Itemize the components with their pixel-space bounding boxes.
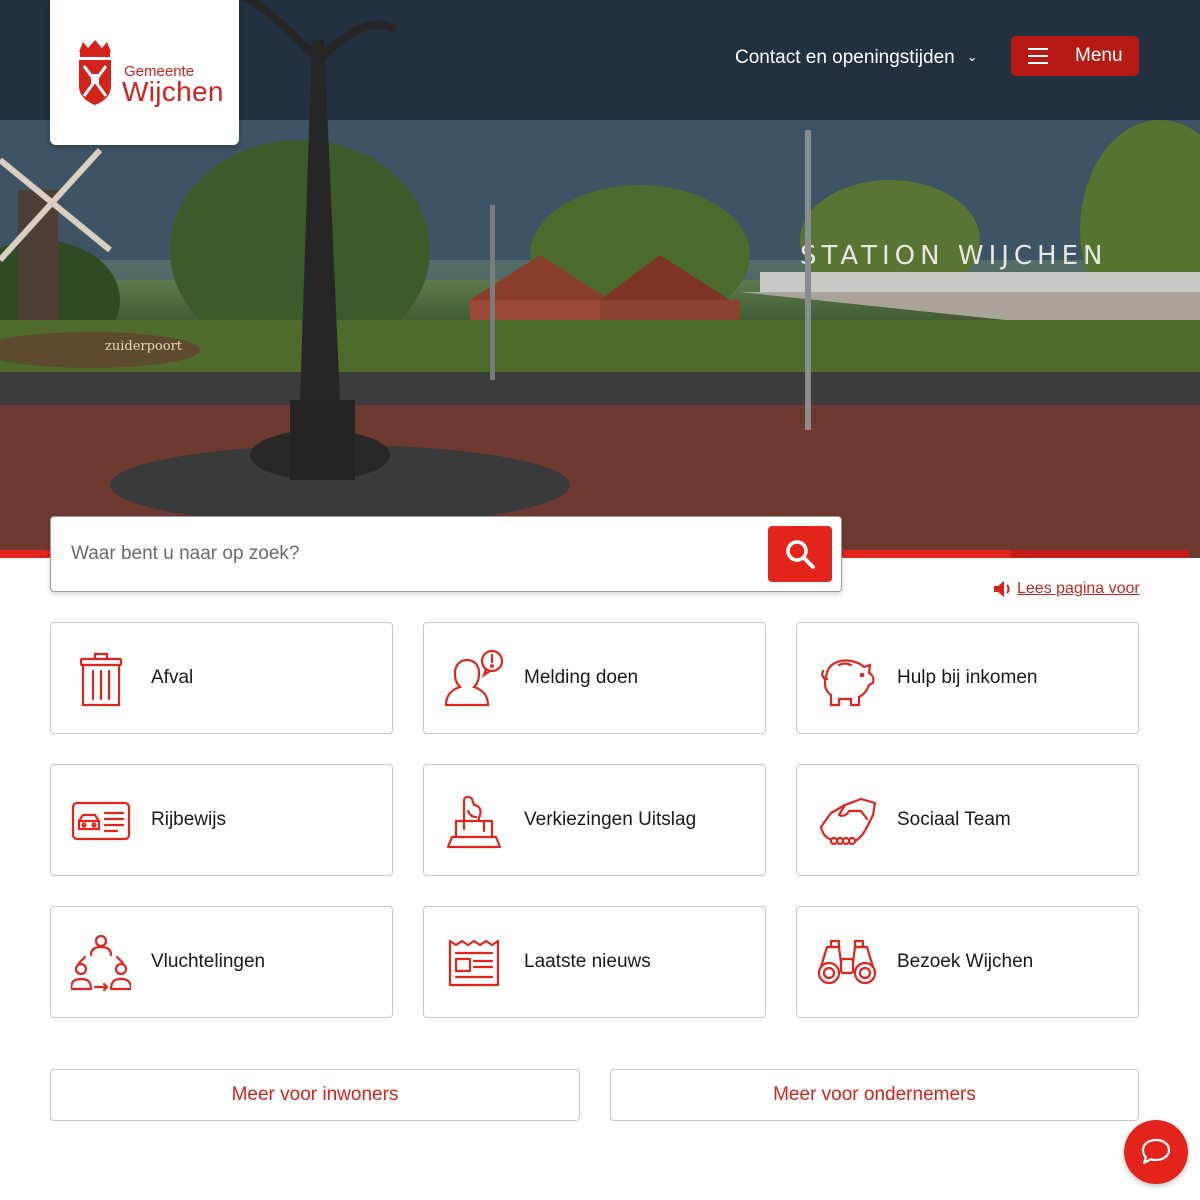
hero-accent-strip-dark bbox=[1011, 550, 1189, 558]
tile-label: Verkiezingen Uitslag bbox=[524, 809, 697, 830]
trash-bin-icon bbox=[79, 652, 123, 707]
chat-bubble-icon bbox=[1141, 1138, 1171, 1165]
speaker-icon bbox=[994, 581, 1010, 597]
chevron-down-icon: ⌄ bbox=[966, 49, 978, 64]
newspaper-icon bbox=[448, 939, 500, 987]
tile-hulp-bij-inkomen[interactable]: Hulp bij inkomen bbox=[796, 622, 1139, 734]
tile-label: Sociaal Team bbox=[897, 809, 1011, 830]
handshake-icon bbox=[819, 797, 877, 846]
hamburger-icon bbox=[1028, 48, 1048, 64]
more-for-business-label: Meer voor ondernemers bbox=[773, 1084, 976, 1105]
ballot-box-icon bbox=[446, 795, 502, 849]
tile-verkiezingen-uitslag[interactable]: Verkiezingen Uitslag bbox=[423, 764, 766, 876]
drivers-license-icon bbox=[71, 801, 131, 841]
menu-button[interactable]: Menu bbox=[1011, 36, 1139, 76]
tile-label: Afval bbox=[151, 667, 194, 688]
site-logo[interactable]: Gemeente Wijchen bbox=[50, 0, 239, 145]
station-sign: STATION WIJCHEN bbox=[800, 241, 1108, 271]
tile-bezoek-wijchen[interactable]: Bezoek Wijchen bbox=[796, 906, 1139, 1018]
binoculars-icon bbox=[817, 939, 877, 985]
contact-hours-dropdown[interactable]: Contact en openingstijden ⌄ bbox=[735, 44, 978, 72]
menu-label: Menu bbox=[1075, 45, 1123, 66]
search-button[interactable] bbox=[768, 526, 832, 582]
tile-label: Hulp bij inkomen bbox=[897, 667, 1038, 688]
tile-label: Rijbewijs bbox=[151, 809, 226, 830]
contact-hours-label: Contact en openingstijden bbox=[735, 47, 955, 68]
tile-vluchtelingen[interactable]: Vluchtelingen bbox=[50, 906, 393, 1018]
read-aloud-label: Lees pagina voor bbox=[1017, 580, 1140, 597]
crest-icon bbox=[79, 40, 111, 105]
search-input[interactable] bbox=[71, 533, 751, 575]
tile-label: Bezoek Wijchen bbox=[897, 951, 1034, 972]
monument-text: zuiderpoort bbox=[105, 339, 183, 354]
tile-rijbewijs[interactable]: Rijbewijs bbox=[50, 764, 393, 876]
tile-afval[interactable]: Afval bbox=[50, 622, 393, 734]
person-alert-icon bbox=[444, 649, 504, 707]
tile-label: Laatste nieuws bbox=[524, 951, 651, 972]
search-bar bbox=[50, 516, 842, 592]
read-aloud-link[interactable]: Lees pagina voor bbox=[993, 580, 1140, 598]
chat-button[interactable] bbox=[1124, 1120, 1188, 1184]
tile-melding-doen[interactable]: Melding doen bbox=[423, 622, 766, 734]
tile-label: Vluchtelingen bbox=[151, 951, 266, 972]
more-for-residents-button[interactable]: Meer voor inwoners bbox=[50, 1069, 580, 1121]
people-cycle-icon bbox=[71, 934, 131, 992]
piggy-bank-icon bbox=[821, 659, 875, 707]
search-icon bbox=[786, 540, 815, 569]
tile-sociaal-team[interactable]: Sociaal Team bbox=[796, 764, 1139, 876]
tile-label: Melding doen bbox=[524, 667, 639, 688]
more-for-residents-label: Meer voor inwoners bbox=[231, 1084, 399, 1105]
more-for-business-button[interactable]: Meer voor ondernemers bbox=[610, 1069, 1139, 1121]
tile-laatste-nieuws[interactable]: Laatste nieuws bbox=[423, 906, 766, 1018]
logo-name: Wijchen bbox=[122, 76, 224, 107]
